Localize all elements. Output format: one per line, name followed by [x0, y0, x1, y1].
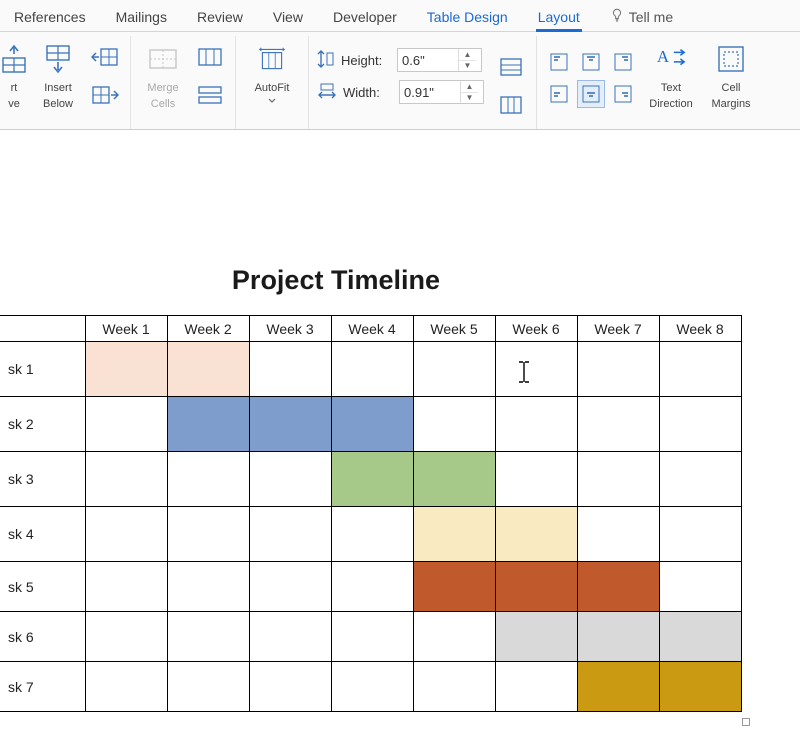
- col-week8[interactable]: Week 8: [659, 316, 741, 342]
- insert-below-icon: [42, 40, 74, 78]
- tab-mailings[interactable]: Mailings: [114, 3, 169, 31]
- cell-margins-label1: Cell: [722, 82, 741, 94]
- tab-references[interactable]: References: [12, 3, 88, 31]
- tell-me[interactable]: Tell me: [608, 2, 675, 31]
- text-direction-icon: A: [655, 40, 687, 78]
- table-resize-handle[interactable]: [742, 718, 750, 726]
- insert-left-button[interactable]: [88, 40, 122, 74]
- table-row[interactable]: sk 3: [0, 452, 741, 507]
- ribbon-tabs: References Mailings Review View Develope…: [0, 0, 800, 32]
- align-middle-right[interactable]: [609, 80, 637, 108]
- col-week2[interactable]: Week 2: [167, 316, 249, 342]
- align-top-center[interactable]: [577, 48, 605, 76]
- align-top-left[interactable]: [545, 48, 573, 76]
- width-stepper[interactable]: ▲▼: [399, 80, 484, 104]
- col-week6[interactable]: Week 6: [495, 316, 577, 342]
- height-label: Height:: [341, 53, 391, 68]
- width-down[interactable]: ▼: [461, 93, 478, 104]
- merge-cells-icon: [147, 40, 179, 78]
- table-row[interactable]: sk 7: [0, 662, 741, 712]
- svg-text:A: A: [657, 47, 670, 66]
- table-row[interactable]: sk 1: [0, 342, 741, 397]
- distribute-rows-button[interactable]: [494, 50, 528, 84]
- table-header-row: Week 1 Week 2 Week 3 Week 4 Week 5 Week …: [0, 316, 741, 342]
- insert-above-icon: [0, 40, 30, 78]
- height-up[interactable]: ▲: [459, 49, 476, 61]
- chevron-down-icon: [268, 98, 276, 104]
- text-direction-button[interactable]: A Text Direction: [643, 38, 699, 110]
- timeline-table[interactable]: Week 1 Week 2 Week 3 Week 4 Week 5 Week …: [0, 315, 742, 712]
- group-merge: Merge Cells: [131, 36, 236, 129]
- page-title: Project Timeline: [0, 265, 440, 296]
- height-icon: [317, 49, 335, 72]
- text-direction-label1: Text: [661, 82, 681, 94]
- autofit-label: AutoFit: [255, 82, 290, 94]
- table-row[interactable]: sk 6: [0, 612, 741, 662]
- merge-cells-button[interactable]: Merge Cells: [139, 38, 187, 110]
- merge-cells-label1: Merge: [147, 82, 178, 94]
- tab-layout[interactable]: Layout: [536, 3, 582, 31]
- tab-view[interactable]: View: [271, 3, 305, 31]
- split-table-button[interactable]: [193, 78, 227, 112]
- group-rows-columns: rt ve Insert Below: [0, 36, 131, 129]
- document-canvas[interactable]: Project Timeline Week 1 Week 2 Week 3 We…: [0, 170, 800, 751]
- insert-right-button[interactable]: [88, 78, 122, 112]
- cell-margins-label2: Margins: [711, 98, 750, 110]
- insert-above-button[interactable]: rt ve: [0, 38, 28, 110]
- table-row[interactable]: sk 2: [0, 397, 741, 452]
- group-alignment: A Text Direction Cell Margins: [537, 36, 765, 129]
- width-icon: [317, 82, 337, 103]
- align-middle-left[interactable]: [545, 80, 573, 108]
- width-label: Width:: [343, 85, 393, 100]
- col-week1[interactable]: Week 1: [85, 316, 167, 342]
- col-week4[interactable]: Week 4: [331, 316, 413, 342]
- insert-above-label1: rt: [11, 82, 18, 94]
- width-up[interactable]: ▲: [461, 81, 478, 93]
- text-cursor-icon: [516, 360, 532, 384]
- ribbon: rt ve Insert Below: [0, 32, 800, 130]
- cell-margins-button[interactable]: Cell Margins: [705, 38, 757, 110]
- group-autofit: AutoFit: [236, 36, 309, 129]
- table-row[interactable]: sk 4: [0, 507, 741, 562]
- height-stepper[interactable]: ▲▼: [397, 48, 482, 72]
- merge-cells-label2: Cells: [151, 98, 175, 110]
- height-input[interactable]: [398, 49, 458, 71]
- tell-me-label: Tell me: [629, 9, 673, 25]
- text-direction-label2: Direction: [649, 98, 692, 110]
- align-top-right[interactable]: [609, 48, 637, 76]
- table-row[interactable]: sk 5: [0, 562, 741, 612]
- group-cell-size: Height: ▲▼ Width: ▲▼: [309, 36, 537, 129]
- distribute-columns-button[interactable]: [494, 88, 528, 122]
- col-week3[interactable]: Week 3: [249, 316, 331, 342]
- lightbulb-icon: [610, 8, 624, 25]
- tab-review[interactable]: Review: [195, 3, 245, 31]
- height-down[interactable]: ▼: [459, 61, 476, 72]
- insert-above-label2: ve: [8, 98, 20, 110]
- autofit-icon: [256, 40, 288, 78]
- autofit-button[interactable]: AutoFit: [244, 38, 300, 104]
- col-week7[interactable]: Week 7: [577, 316, 659, 342]
- col-week5[interactable]: Week 5: [413, 316, 495, 342]
- width-input[interactable]: [400, 81, 460, 103]
- insert-below-button[interactable]: Insert Below: [34, 38, 82, 110]
- tab-table-design[interactable]: Table Design: [425, 3, 510, 31]
- alignment-grid: [545, 38, 637, 108]
- tab-developer[interactable]: Developer: [331, 3, 399, 31]
- align-middle-center[interactable]: [577, 80, 605, 108]
- insert-below-label2: Below: [43, 98, 73, 110]
- cell-margins-icon: [715, 40, 747, 78]
- split-cells-button[interactable]: [193, 40, 227, 74]
- insert-below-label1: Insert: [44, 82, 72, 94]
